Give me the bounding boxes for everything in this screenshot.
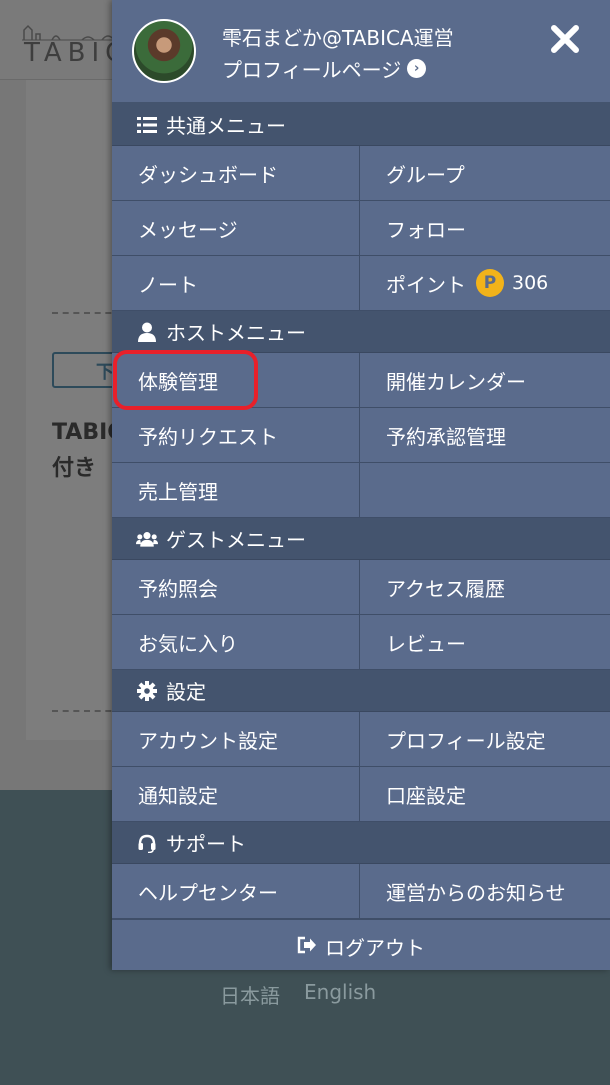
menu-item-group[interactable]: グループ <box>360 146 610 201</box>
profile-name: 雫石まどか@TABICA運営 <box>222 26 454 50</box>
close-icon[interactable] <box>548 22 582 56</box>
section-header-guest: ゲストメニュー <box>112 518 610 560</box>
section-header-common: 共通メニュー <box>112 104 610 146</box>
background-heading-line2: 付き <box>52 456 97 481</box>
profile-page-link-label: プロフィールページ <box>222 58 402 82</box>
section-title: 共通メニュー <box>166 114 286 138</box>
section-title: ホストメニュー <box>166 321 306 345</box>
point-balance: 306 <box>512 272 549 294</box>
menu-grid-support: ヘルプセンター 運営からのお知らせ <box>112 864 610 919</box>
menu-item-note[interactable]: ノート <box>112 256 360 311</box>
menu-item-points[interactable]: ポイント P 306 <box>360 256 610 311</box>
gear-icon <box>136 680 158 701</box>
menu-grid-host: 体験管理 開催カレンダー 予約リクエスト 予約承認管理 売上管理 <box>112 353 610 518</box>
menu-item-bank-settings[interactable]: 口座設定 <box>360 767 610 822</box>
menu-item-reservation-requests[interactable]: 予約リクエスト <box>112 408 360 463</box>
menu-item-experience-management[interactable]: 体験管理 <box>112 353 360 408</box>
language-english-link[interactable]: English <box>304 980 376 1004</box>
menu-grid-guest: 予約照会 アクセス履歴 お気に入り レビュー <box>112 560 610 670</box>
menu-item-account-settings[interactable]: アカウント設定 <box>112 712 360 767</box>
menu-item-notification-settings[interactable]: 通知設定 <box>112 767 360 822</box>
menu-item-message[interactable]: メッセージ <box>112 201 360 256</box>
section-header-host: ホストメニュー <box>112 311 610 353</box>
background-heading: TABIC 付き <box>52 415 114 487</box>
menu-item-sales-management[interactable]: 売上管理 <box>112 463 360 518</box>
menu-item-empty <box>360 463 610 518</box>
section-title: サポート <box>166 832 246 856</box>
menu-item-profile-settings[interactable]: プロフィール設定 <box>360 712 610 767</box>
menu-item-access-history[interactable]: アクセス履歴 <box>360 560 610 615</box>
menu-grid-common: ダッシュボード グループ メッセージ フォロー ノート ポイント P 306 <box>112 146 610 311</box>
section-header-settings: 設定 <box>112 670 610 712</box>
menu-grid-settings: アカウント設定 プロフィール設定 通知設定 口座設定 <box>112 712 610 822</box>
user-icon <box>136 322 158 342</box>
section-header-support: サポート <box>112 822 610 864</box>
menu-item-points-label: ポイント <box>386 272 466 297</box>
menu-item-follow[interactable]: フォロー <box>360 201 610 256</box>
chevron-right-circle-icon: › <box>407 59 427 78</box>
list-icon <box>136 115 158 135</box>
background-heading-line1: TABIC <box>52 420 114 445</box>
profile-header: 雫石まどか@TABICA運営 プロフィールページ › <box>112 0 610 104</box>
logout-button[interactable]: ログアウト <box>112 919 610 973</box>
avatar[interactable] <box>132 19 196 83</box>
menu-item-help-center[interactable]: ヘルプセンター <box>112 864 360 919</box>
navigation-drawer: 雫石まどか@TABICA運営 プロフィールページ › 共通メニュー ダッシュボー… <box>112 0 610 970</box>
menu-item-favorites[interactable]: お気に入り <box>112 615 360 670</box>
point-coin-icon: P <box>476 269 504 297</box>
language-japanese-link[interactable]: 日本語 <box>220 980 280 1009</box>
menu-item-announcements[interactable]: 運営からのお知らせ <box>360 864 610 919</box>
section-title: ゲストメニュー <box>166 528 306 552</box>
logout-icon <box>297 935 317 959</box>
users-icon <box>136 529 158 549</box>
menu-item-reservation-inquiry[interactable]: 予約照会 <box>112 560 360 615</box>
menu-item-dashboard[interactable]: ダッシュボード <box>112 146 360 201</box>
logout-label: ログアウト <box>325 936 425 960</box>
menu-item-event-calendar[interactable]: 開催カレンダー <box>360 353 610 408</box>
headset-icon <box>136 833 158 853</box>
section-title: 設定 <box>166 680 206 704</box>
menu-item-reviews[interactable]: レビュー <box>360 615 610 670</box>
menu-item-reservation-approval[interactable]: 予約承認管理 <box>360 408 610 463</box>
profile-page-link[interactable]: プロフィールページ › <box>222 54 427 83</box>
